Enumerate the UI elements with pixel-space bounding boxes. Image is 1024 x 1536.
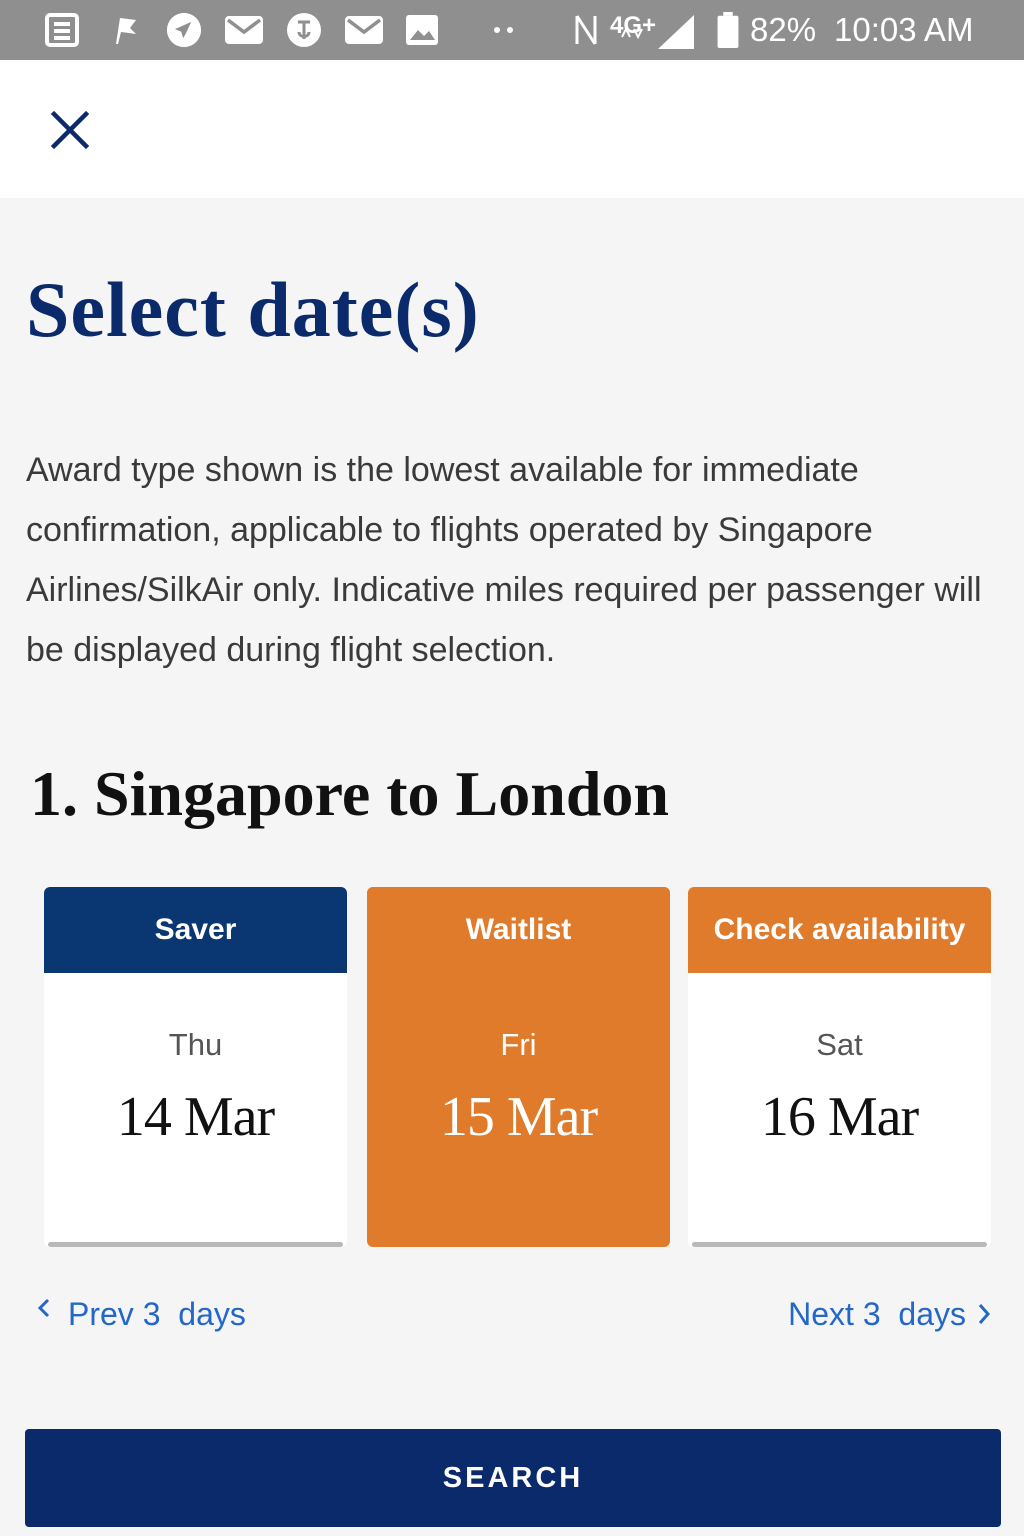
award-type-label: Waitlist bbox=[367, 887, 670, 973]
day-of-week: Thu bbox=[168, 1027, 223, 1062]
image-icon bbox=[406, 15, 438, 45]
status-bar: 4G+ 82% 10:03 AM bbox=[0, 0, 1024, 60]
nfc-icon bbox=[575, 15, 597, 45]
page-title: Select date(s) bbox=[26, 266, 480, 353]
card-underline bbox=[48, 1242, 343, 1247]
close-button[interactable] bbox=[44, 104, 96, 156]
clock: 10:03 AM bbox=[834, 11, 974, 48]
flag-icon bbox=[116, 18, 136, 44]
date-value: 14 Mar bbox=[116, 1086, 275, 1148]
nytimes-icon bbox=[287, 13, 321, 47]
route-title: 1. Singapore to London bbox=[30, 758, 669, 829]
mail-icon-2 bbox=[345, 16, 383, 44]
date-card-sat[interactable]: Check availability Sat 16 Mar bbox=[688, 887, 991, 1247]
award-description: Award type shown is the lowest available… bbox=[26, 451, 982, 669]
date-value: 16 Mar bbox=[760, 1086, 919, 1148]
date-card-fri[interactable]: Waitlist Fri 15 Mar bbox=[367, 887, 670, 1247]
prev-3-days-link[interactable]: Prev 3 days bbox=[34, 1292, 246, 1336]
chevron-right-icon bbox=[978, 1304, 991, 1324]
search-button[interactable]: SEARCH bbox=[25, 1429, 1001, 1527]
day-of-week: Fri bbox=[500, 1027, 537, 1062]
more-dots-icon bbox=[494, 27, 513, 33]
prev-label: Prev 3 days bbox=[68, 1296, 246, 1332]
top-bar bbox=[0, 60, 1024, 198]
mail-icon bbox=[225, 16, 263, 44]
battery-icon bbox=[717, 12, 739, 48]
date-card-thu[interactable]: Saver Thu 14 Mar bbox=[44, 887, 347, 1247]
chevron-left-icon bbox=[37, 1298, 50, 1318]
card-underline bbox=[692, 1242, 987, 1247]
date-value: 15 Mar bbox=[439, 1086, 598, 1148]
award-type-label: Check availability bbox=[688, 887, 991, 973]
next-3-days-link[interactable]: Next 3 days bbox=[788, 1292, 994, 1336]
signal-icon bbox=[621, 15, 694, 49]
battery-percent: 82% bbox=[750, 11, 817, 48]
day-of-week: Sat bbox=[816, 1027, 863, 1062]
telegram-icon bbox=[166, 12, 202, 48]
next-label: Next 3 days bbox=[788, 1296, 966, 1332]
close-icon bbox=[50, 110, 90, 150]
news-icon bbox=[45, 13, 79, 47]
award-type-label: Saver bbox=[44, 887, 347, 973]
